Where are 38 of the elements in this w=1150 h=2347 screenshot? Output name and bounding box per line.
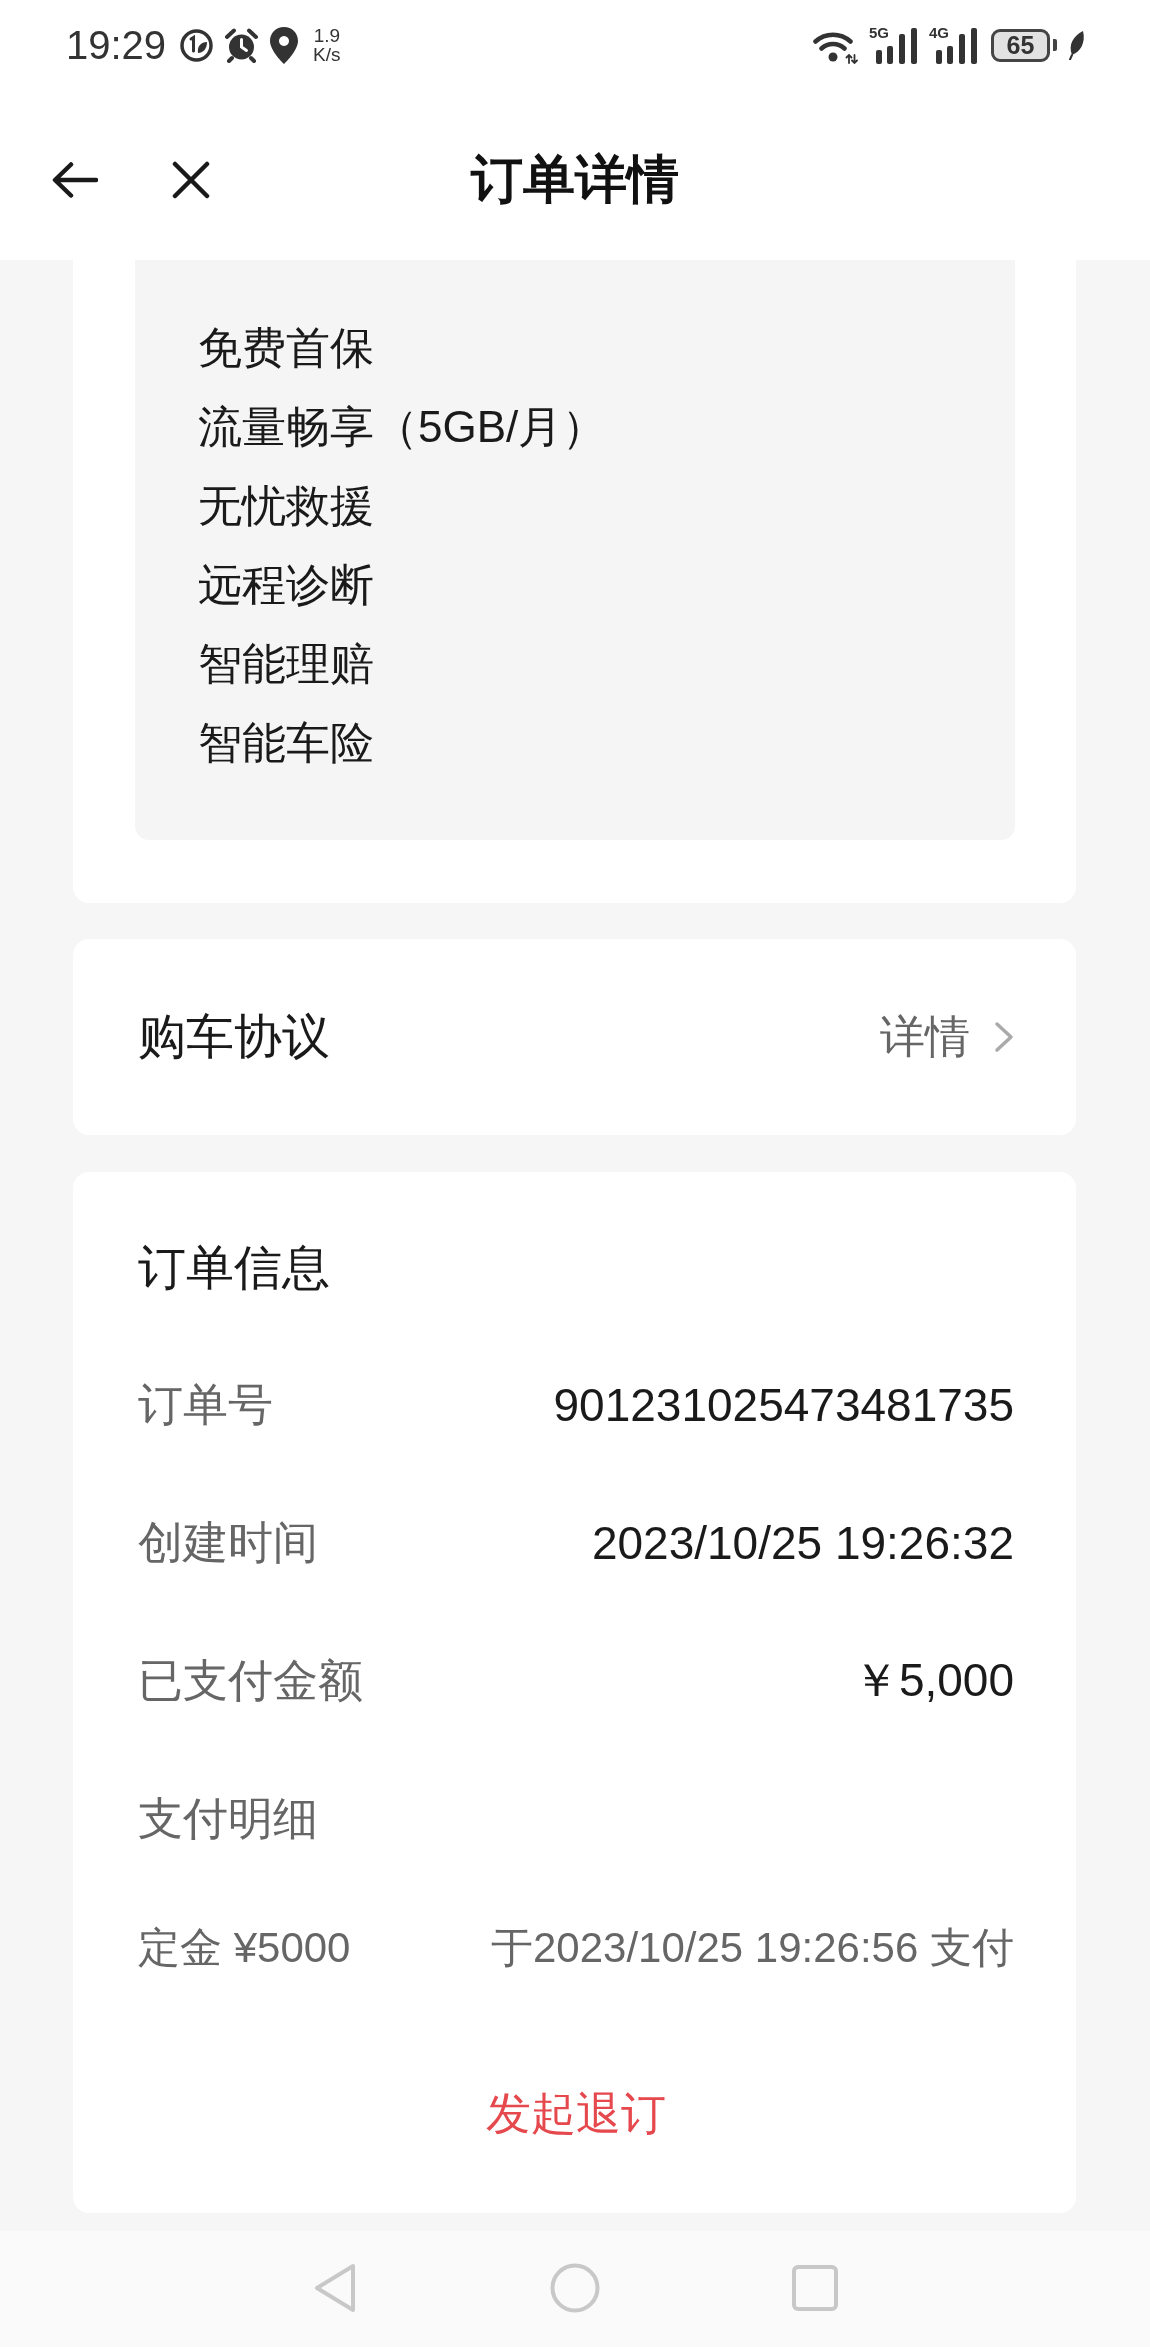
triangle-back-icon [313,2262,357,2313]
close-button[interactable] [172,161,210,199]
status-time: 19:29 [66,22,167,68]
network-speed-unit: K/s [313,45,341,64]
network-type-label: 5G [869,24,889,41]
field-label: 订单号 [138,1378,273,1432]
battery-indicator: 65 [991,28,1057,62]
payment-item-time: 于2023/10/25 19:26:56 支付 [490,1923,1014,1973]
section-title: 订单信息 [138,1240,331,1296]
benefit-item: 智能理赔 [198,638,375,690]
square-recents-icon [792,2264,838,2311]
benefit-item: 免费首保 [198,322,375,374]
leaf-icon [1068,30,1087,60]
field-value: 901231025473481735 [553,1378,1014,1432]
back-button[interactable] [52,161,98,199]
details-link[interactable]: 详情 [880,1007,1014,1067]
benefit-item: 远程诊断 [198,559,375,611]
payment-item-label: 定金 ¥5000 [138,1923,351,1973]
network-type-label: 4G [929,24,949,41]
agreement-label: 购车协议 [138,1009,330,1065]
cancel-order-button[interactable]: 发起退订 [470,2064,682,2164]
back-arrow-icon [52,161,98,199]
benefit-item: 智能车险 [198,717,375,769]
benefit-item: 无忧救援 [198,480,375,532]
field-label: 支付明细 [138,1792,318,1846]
location-pin-icon [270,26,299,64]
circle-home-icon [550,2262,600,2313]
page-title: 订单详情 [471,149,679,210]
field-value: ￥5,000 [852,1653,1014,1708]
benefit-item: 流量畅享（5GB/月） [198,401,608,453]
leaf-circle-icon [180,28,214,62]
field-label: 创建时间 [138,1516,318,1570]
field-value: 2023/10/25 19:26:32 [591,1516,1014,1570]
close-icon [172,161,210,199]
network-speed-value: 1.9 [313,26,341,45]
chevron-right-icon [994,1021,1014,1053]
field-label: 已支付金额 [138,1654,363,1708]
alarm-clock-icon [224,27,260,63]
